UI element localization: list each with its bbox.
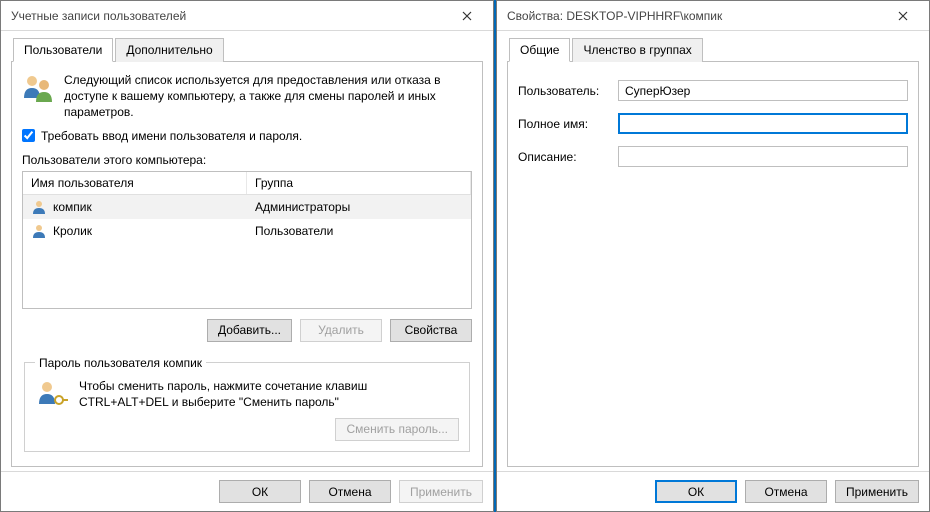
description-field[interactable] — [618, 146, 908, 167]
col-group[interactable]: Группа — [247, 172, 471, 194]
dialog-footer: ОК Отмена Применить — [1, 471, 493, 511]
password-hint-text: Чтобы сменить пароль, нажмите сочетание … — [79, 378, 459, 412]
users-icon — [22, 72, 56, 106]
table-row[interactable]: компик Администраторы — [23, 195, 471, 219]
tab-users[interactable]: Пользователи — [13, 38, 113, 62]
user-accounts-window: Учетные записи пользователей Пользовател… — [0, 0, 494, 512]
password-group-title: Пароль пользователя компик — [35, 356, 206, 370]
tabstrip: Общие Членство в группах — [507, 37, 919, 62]
username-cell: Кролик — [53, 224, 92, 238]
cancel-button[interactable]: Отмена — [309, 480, 391, 503]
ok-button[interactable]: ОК — [219, 480, 301, 503]
titlebar[interactable]: Учетные записи пользователей — [1, 1, 493, 31]
col-username[interactable]: Имя пользователя — [23, 172, 247, 194]
cancel-button[interactable]: Отмена — [745, 480, 827, 503]
group-cell: Пользователи — [255, 224, 333, 238]
user-properties-window: Свойства: DESKTOP-VIPHHRF\компик Общие Ч… — [496, 0, 930, 512]
require-login-checkbox[interactable]: Требовать ввод имени пользователя и паро… — [22, 129, 472, 143]
tab-membership[interactable]: Членство в группах — [572, 38, 702, 62]
change-password-button[interactable]: Сменить пароль... — [335, 418, 459, 441]
user-list-label: Пользователи этого компьютера: — [22, 153, 472, 167]
apply-button[interactable]: Применить — [399, 480, 483, 503]
close-icon[interactable] — [445, 2, 489, 30]
password-groupbox: Пароль пользователя компик Чтобы сменить… — [24, 356, 470, 452]
require-login-input[interactable] — [22, 129, 35, 142]
require-login-label: Требовать ввод имени пользователя и паро… — [41, 129, 302, 143]
description-text: Следующий список используется для предос… — [64, 72, 472, 121]
user-list-header: Имя пользователя Группа — [23, 172, 471, 195]
fullname-field[interactable] — [618, 113, 908, 134]
apply-button[interactable]: Применить — [835, 480, 919, 503]
user-list[interactable]: Имя пользователя Группа компик Администр… — [22, 171, 472, 309]
remove-button[interactable]: Удалить — [300, 319, 382, 342]
user-icon — [31, 199, 47, 215]
table-row[interactable]: Кролик Пользователи — [23, 219, 471, 243]
window-title: Свойства: DESKTOP-VIPHHRF\компик — [507, 9, 881, 23]
tab-general[interactable]: Общие — [509, 38, 570, 62]
close-icon[interactable] — [881, 2, 925, 30]
user-label: Пользователь: — [518, 84, 618, 98]
window-title: Учетные записи пользователей — [11, 9, 445, 23]
group-cell: Администраторы — [255, 200, 350, 214]
tab-advanced[interactable]: Дополнительно — [115, 38, 223, 62]
titlebar[interactable]: Свойства: DESKTOP-VIPHHRF\компик — [497, 1, 929, 31]
properties-button[interactable]: Свойства — [390, 319, 472, 342]
dialog-footer: ОК Отмена Применить — [497, 471, 929, 511]
user-icon — [31, 223, 47, 239]
tabstrip: Пользователи Дополнительно — [11, 37, 483, 62]
add-button[interactable]: Добавить... — [207, 319, 292, 342]
description-label: Описание: — [518, 150, 618, 164]
ok-button[interactable]: ОК — [655, 480, 737, 503]
user-key-icon — [35, 378, 69, 412]
username-cell: компик — [53, 200, 92, 214]
username-field[interactable] — [618, 80, 908, 101]
fullname-label: Полное имя: — [518, 117, 618, 131]
